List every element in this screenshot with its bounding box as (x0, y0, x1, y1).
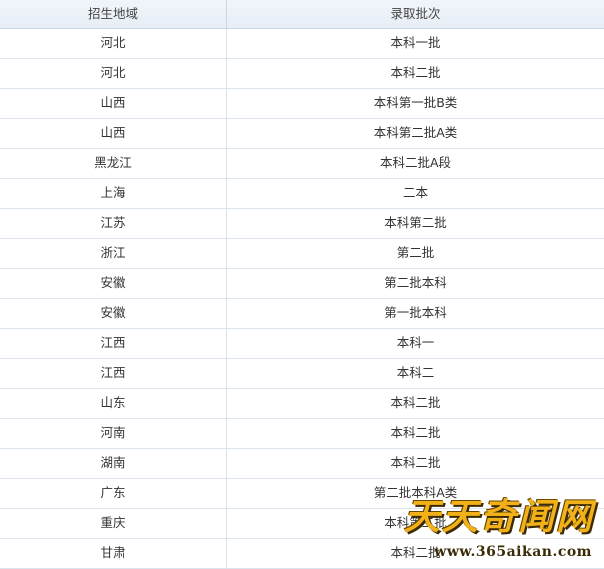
cell-batch: 第二批本科 (384, 275, 447, 291)
cell-batch: 本科二 (396, 365, 435, 381)
cell-province: 江西 (0, 359, 227, 388)
table-row: 上海 二本 (0, 179, 604, 209)
table-row: 甘肃 本科二批 (0, 539, 604, 569)
cell-province: 重庆 (0, 509, 227, 538)
cell-province: 广东 (0, 479, 227, 508)
cell-batch: 本科一批 (390, 35, 441, 51)
table-header-row: 招生地域 录取批次 (0, 0, 604, 29)
table-row: 安徽 第二批本科 (0, 269, 604, 299)
cell-province: 河北 (0, 59, 227, 88)
table-row: 河南 本科二批 (0, 419, 604, 449)
cell-batch: 第二批 (396, 245, 435, 261)
cell-province: 江苏 (0, 209, 227, 238)
cell-province: 湖南 (0, 449, 227, 478)
table-row: 江西 本科一 (0, 329, 604, 359)
cell-batch: 本科第一批B类 (373, 95, 458, 111)
cell-batch: 本科第二批A类 (373, 125, 458, 141)
cell-batch: 本科第二批 (384, 215, 447, 231)
table-row: 山东 本科二批 (0, 389, 604, 419)
cell-batch: 本科一 (396, 335, 435, 351)
cell-province: 黑龙江 (0, 149, 227, 178)
cell-province: 河南 (0, 419, 227, 448)
cell-province: 河北 (0, 29, 227, 58)
table-row: 重庆 本科第二批 (0, 509, 604, 539)
table-row: 河北 本科二批 (0, 59, 604, 89)
table-row: 安徽 第一批本科 (0, 299, 604, 329)
cell-batch: 本科第二批 (384, 515, 447, 531)
cell-province: 山西 (0, 89, 227, 118)
cell-batch: 二本 (402, 185, 428, 201)
table-row: 江西 本科二 (0, 359, 604, 389)
cell-batch: 本科二批A段 (379, 155, 452, 171)
cell-province: 浙江 (0, 239, 227, 268)
cell-batch: 本科二批 (390, 395, 441, 411)
table-row: 黑龙江 本科二批A段 (0, 149, 604, 179)
cell-province: 山西 (0, 119, 227, 148)
cell-batch: 第二批本科A类 (373, 485, 458, 501)
table-row: 山西 本科第一批B类 (0, 89, 604, 119)
table-body: 河北 本科一批 河北 本科二批 山西 本科第一批B类 山西 本科第二批A类 黑龙江 本科二批A段上… (0, 29, 604, 569)
table-row: 湖南 本科二批 (0, 449, 604, 479)
table-row: 浙江 第二批 (0, 239, 604, 269)
table-row: 河北 本科一批 (0, 29, 604, 59)
cell-batch: 本科二批 (390, 65, 441, 81)
header-batch: 录取批次 (390, 5, 441, 21)
cell-province: 上海 (0, 179, 227, 208)
header-province: 招生地域 (0, 0, 227, 28)
cell-batch: 第一批本科 (384, 305, 447, 321)
cell-batch: 本科二批 (390, 425, 441, 441)
table-row: 山西 本科第二批A类 (0, 119, 604, 149)
cell-batch: 本科二批 (390, 455, 441, 471)
table-row: 广东 第二批本科A类 (0, 479, 604, 509)
cell-province: 安徽 (0, 269, 227, 298)
cell-province: 安徽 (0, 299, 227, 328)
cell-province: 山东 (0, 389, 227, 418)
admission-batch-table: 招生地域 录取批次 河北 本科一批 河北 本科二批 山西 本科第一批B类 山西 本科第二批A类… (0, 0, 604, 569)
table-row: 江苏 本科第二批 (0, 209, 604, 239)
cell-province: 江西 (0, 329, 227, 358)
